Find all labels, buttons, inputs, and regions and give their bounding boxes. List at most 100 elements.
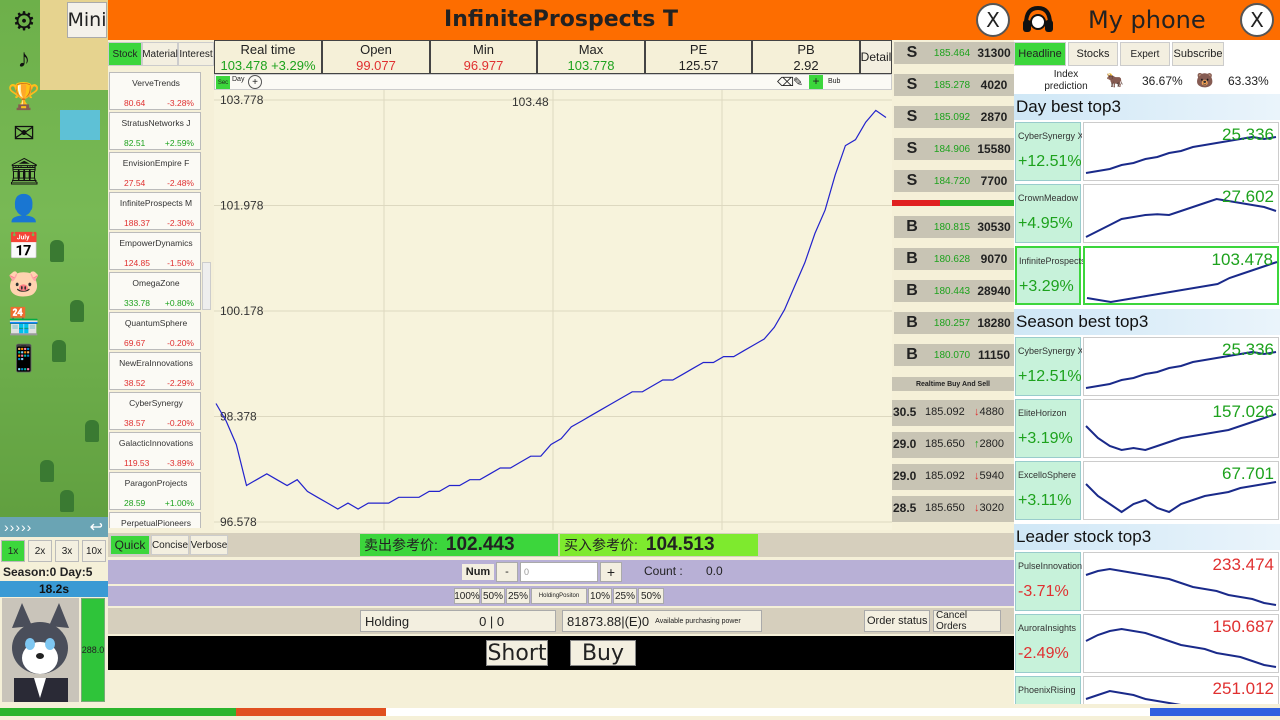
buy-order-row[interactable]: B 180.628 9070 xyxy=(892,246,1014,272)
tab-headline[interactable]: Headline xyxy=(1014,42,1066,66)
list-item[interactable]: VerveTrends 80.64 -3.28% xyxy=(109,72,201,110)
crosshair-icon[interactable]: + xyxy=(809,75,823,89)
card-sparkline-box: 157.026 xyxy=(1083,399,1279,458)
skip-arrows[interactable]: ››››› ↩ xyxy=(0,517,108,537)
pct-25-button[interactable]: 25% xyxy=(506,588,530,604)
chart-annotation: 103.48 xyxy=(512,95,549,109)
section-title: Leader stock top3 xyxy=(1014,524,1280,550)
list-item[interactable]: InfiniteProspects M 188.37 -2.30% xyxy=(109,192,201,230)
stock-list[interactable]: VerveTrends 80.64 -3.28% StratusNetworks J 8… xyxy=(108,72,212,528)
realtime-buy-sell-button[interactable]: Realtime Buy And Sell xyxy=(892,377,1014,391)
buy-button[interactable]: Buy xyxy=(570,640,636,666)
list-item[interactable]: GalacticInnovations 119.53 -3.89% xyxy=(109,432,201,470)
speed-10x-button[interactable]: 10x xyxy=(82,540,106,562)
stock-card[interactable]: AuroraInsights -2.49% 150.687 xyxy=(1015,614,1279,673)
detail-button[interactable]: Detail xyxy=(860,40,892,74)
buy-order-row[interactable]: B 180.070 11150 xyxy=(892,342,1014,368)
card-stock-name: EliteHorizon xyxy=(1018,408,1067,418)
speed-1x-button[interactable]: 1x xyxy=(1,540,25,562)
list-scrollbar[interactable] xyxy=(202,262,211,310)
list-item[interactable]: EnvisionEmpire F 27.54 -2.48% xyxy=(109,152,201,190)
stock-card[interactable]: EliteHorizon +3.19% 157.026 xyxy=(1015,399,1279,458)
tab-material[interactable]: Material xyxy=(142,42,178,66)
list-item[interactable]: QuantumSphere 69.67 -0.20% xyxy=(109,312,201,350)
bank-icon[interactable]: 🏛 xyxy=(7,154,41,188)
tab-stocks[interactable]: Stocks xyxy=(1068,42,1118,66)
list-item[interactable]: NewEraInnovations 38.52 -2.29% xyxy=(109,352,201,390)
sell-order-row[interactable]: S 184.906 15580 xyxy=(892,136,1014,162)
sell-order-row[interactable]: S 184.720 7700 xyxy=(892,168,1014,194)
card-value: 27.602 xyxy=(1222,187,1274,206)
close-stock-button[interactable]: X xyxy=(976,3,1010,37)
return-icon[interactable]: ↩ xyxy=(90,517,104,537)
mini-button[interactable]: Mini xyxy=(67,2,107,38)
order-quantity: 18280 xyxy=(974,312,1014,334)
sell-order-row[interactable]: S 185.278 4020 xyxy=(892,72,1014,98)
stock-card[interactable]: ExcelloSphere +3.11% 67.701 xyxy=(1015,461,1279,520)
mode-quick[interactable]: Quick xyxy=(110,535,150,555)
holding-label: Holding xyxy=(365,613,410,629)
list-item[interactable]: PerpetualPioneers xyxy=(109,512,201,528)
short-button[interactable]: Short xyxy=(486,640,548,666)
close-phone-button[interactable]: X xyxy=(1240,3,1274,37)
holding-position-label: HoldingPositon xyxy=(531,588,587,604)
piggy-bank-icon[interactable]: 🐷 xyxy=(7,267,41,301)
stock-card[interactable]: PhoenixRising 251.012 xyxy=(1015,676,1279,704)
cancel-orders-button[interactable]: Cancel Orders xyxy=(933,610,1001,632)
stock-change: -0.20% xyxy=(167,338,194,348)
avatar[interactable] xyxy=(2,598,79,702)
quantity-input[interactable]: 0 xyxy=(520,562,598,582)
stock-card[interactable]: CyberSynergy X +12.51% 25.336 xyxy=(1015,122,1279,181)
card-change: +3.29% xyxy=(1019,278,1074,295)
card-change: +3.11% xyxy=(1018,492,1072,509)
mode-verbose[interactable]: Verbose xyxy=(190,535,228,555)
sell-order-row[interactable]: S 185.464 31300 xyxy=(892,40,1014,66)
list-item[interactable]: OmegaZone 333.78 +0.80% xyxy=(109,272,201,310)
buy-ref-label: 买入参考价: xyxy=(564,537,638,553)
mode-concise[interactable]: Concise xyxy=(151,535,189,555)
sec-toggle[interactable]: Sec xyxy=(216,76,230,89)
trophy-icon[interactable]: 🏆 xyxy=(7,79,41,113)
buy-order-row[interactable]: B 180.815 30530 xyxy=(892,214,1014,240)
tab-interest[interactable]: Interest xyxy=(178,42,214,66)
phone-title: My phone xyxy=(1088,6,1206,34)
pct-50-button[interactable]: 50% xyxy=(481,588,505,604)
person-icon[interactable]: 👤 xyxy=(7,192,41,226)
list-item[interactable]: StratusNetworks J 82.51 +2.59% xyxy=(109,112,201,150)
store-icon[interactable]: 🏪 xyxy=(7,304,41,338)
gear-icon[interactable]: ⚙ xyxy=(7,4,41,38)
buy-order-row[interactable]: B 180.443 28940 xyxy=(892,278,1014,304)
phone-icon[interactable]: 📱 xyxy=(7,342,41,376)
sell-order-row[interactable]: S 185.092 2870 xyxy=(892,104,1014,130)
list-item[interactable]: ParagonProjects 28.59 +1.00% xyxy=(109,472,201,510)
speed-2x-button[interactable]: 2x xyxy=(28,540,52,562)
mail-icon[interactable]: ✉ xyxy=(7,117,41,151)
pct-50-sell-button[interactable]: 50% xyxy=(638,588,664,604)
increase-button[interactable]: + xyxy=(600,562,622,582)
stock-card[interactable]: InfiniteProspects T +3.29% 103.478 xyxy=(1015,246,1279,305)
list-item[interactable]: EmpowerDynamics 124.85 -1.50% xyxy=(109,232,201,270)
eraser-icon[interactable]: ⌫ xyxy=(777,75,794,89)
pct-10-sell-button[interactable]: 10% xyxy=(588,588,612,604)
pct-25-sell-button[interactable]: 25% xyxy=(613,588,637,604)
order-status-button[interactable]: Order status xyxy=(864,610,930,632)
stock-card[interactable]: PulseInnovations U -3.71% 233.474 xyxy=(1015,552,1279,611)
calendar-icon[interactable]: 📅 xyxy=(7,229,41,263)
list-item[interactable]: CyberSynergy 38.57 -0.20% xyxy=(109,392,201,430)
bubble-toggle[interactable]: Bub xyxy=(828,78,840,85)
day-toggle[interactable]: Day xyxy=(232,76,244,83)
tab-expert[interactable]: Expert xyxy=(1120,42,1170,66)
pen-icon[interactable]: ✎ xyxy=(793,75,803,89)
speed-3x-button[interactable]: 3x xyxy=(55,540,79,562)
music-note-icon[interactable]: ♪ xyxy=(7,42,41,76)
pct-100-button[interactable]: 100% xyxy=(454,588,480,604)
tab-stock[interactable]: Stock xyxy=(108,42,142,66)
buy-order-row[interactable]: B 180.257 18280 xyxy=(892,310,1014,336)
stock-card[interactable]: CyberSynergy X +12.51% 25.336 xyxy=(1015,337,1279,396)
price-chart[interactable]: 103.778 101.978 100.178 98.378 96.578 103.48 xyxy=(214,90,892,530)
stock-name: CyberSynergy xyxy=(129,398,183,408)
stock-card[interactable]: CrownMeadow +4.95% 27.602 xyxy=(1015,184,1279,243)
decrease-button[interactable]: - xyxy=(496,562,518,582)
tab-subscribe[interactable]: Subscribe xyxy=(1172,42,1224,66)
zoom-plus-button[interactable]: + xyxy=(248,75,262,89)
